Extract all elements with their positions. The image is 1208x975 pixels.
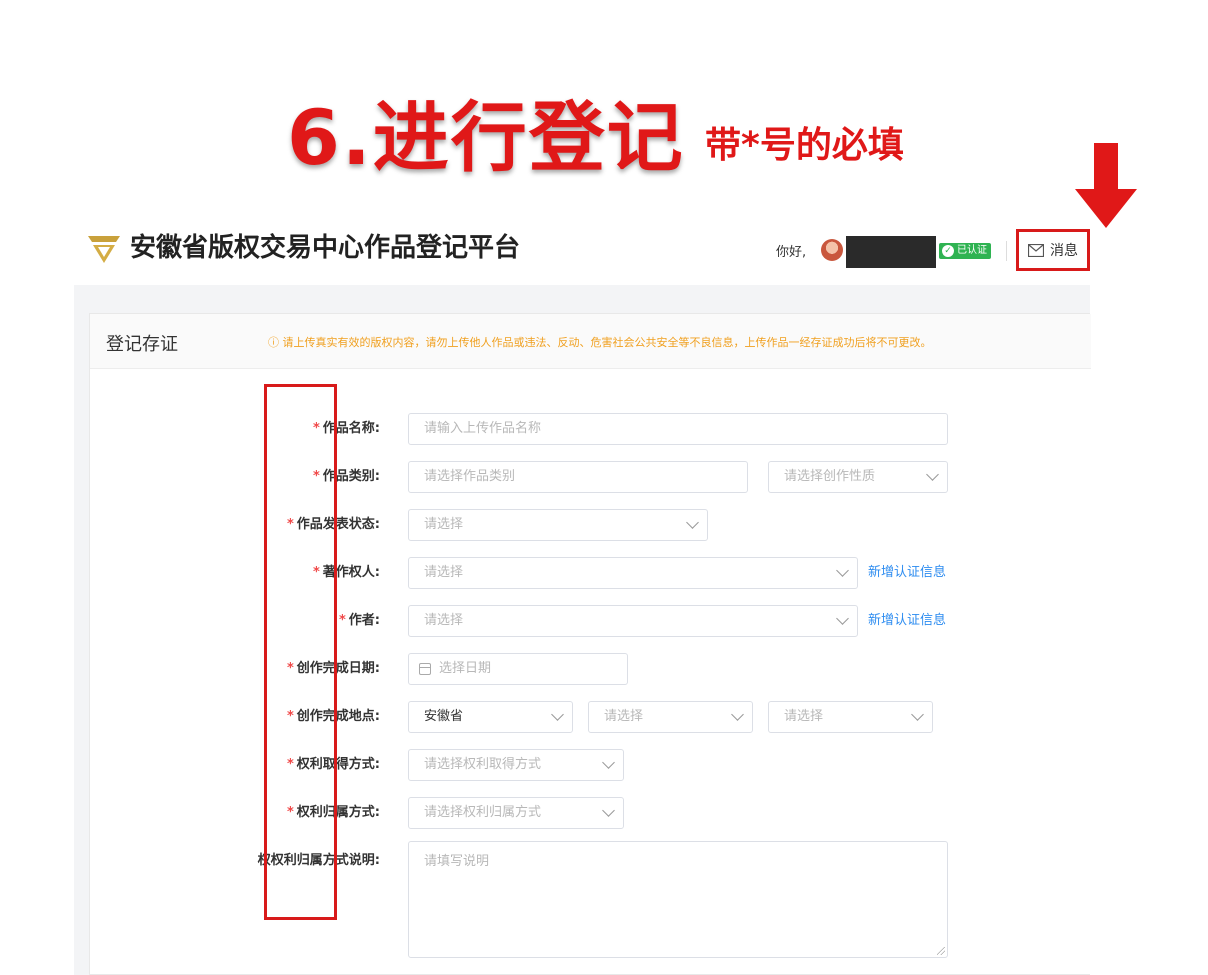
- work-name-input[interactable]: 请输入上传作品名称: [408, 413, 948, 445]
- district-select[interactable]: 请选择: [768, 701, 933, 733]
- label-work-category: * 作品类别:: [312, 469, 380, 484]
- ownership-method-select[interactable]: 请选择权利归属方式: [408, 797, 624, 829]
- label-copyright-owner: * 著作权人:: [312, 565, 380, 580]
- header-divider: [1006, 241, 1007, 261]
- copyright-owner-select[interactable]: 请选择: [408, 557, 858, 589]
- work-category-select[interactable]: 请选择作品类别: [408, 461, 748, 493]
- publish-status-select[interactable]: 请选择: [408, 509, 708, 541]
- messages-label: 消息: [1050, 243, 1078, 259]
- user-name-redacted: [846, 236, 936, 268]
- site-title: 安徽省版权交易中心作品登记平台: [130, 233, 521, 263]
- province-select[interactable]: 安徽省: [408, 701, 573, 733]
- completion-date-picker[interactable]: 选择日期: [408, 653, 628, 685]
- label-completion-date: * 创作完成日期:: [286, 661, 380, 676]
- chevron-down-icon: [911, 708, 924, 721]
- city-select[interactable]: 请选择: [588, 701, 753, 733]
- mail-icon: [1028, 243, 1044, 257]
- upload-warning: ⓘ 请上传真实有效的版权内容，请勿上传他人作品或违法、反动、危害社会公共安全等不…: [268, 336, 932, 349]
- chevron-down-icon: [686, 516, 699, 529]
- calendar-icon: [419, 663, 431, 675]
- label-ownership-description: 权权利归属方式说明:: [257, 853, 380, 868]
- card-title: 登记存证: [106, 334, 178, 355]
- ownership-description-textarea[interactable]: 请填写说明: [408, 841, 948, 958]
- label-acquisition-method: * 权利取得方式:: [286, 757, 380, 772]
- verified-label: 已认证: [957, 245, 987, 256]
- chevron-down-icon: [926, 468, 939, 481]
- creation-nature-select[interactable]: 请选择创作性质: [768, 461, 948, 493]
- verified-badge: ✓ 已认证: [939, 243, 991, 259]
- label-work-name: * 作品名称:: [312, 421, 380, 436]
- label-author: * 作者:: [338, 613, 380, 628]
- logo-icon: [88, 236, 120, 263]
- card-header: 登记存证 ⓘ 请上传真实有效的版权内容，请勿上传他人作品或违法、反动、危害社会公…: [90, 314, 1091, 369]
- chevron-down-icon: [602, 756, 615, 769]
- chevron-down-icon: [836, 564, 849, 577]
- chevron-down-icon: [731, 708, 744, 721]
- greeting-text: 你好,: [776, 245, 807, 260]
- add-author-cert-link[interactable]: 新增认证信息: [868, 605, 946, 637]
- check-icon: ✓: [942, 245, 954, 257]
- label-completion-place: * 创作完成地点:: [286, 709, 380, 724]
- resize-handle-icon[interactable]: [937, 947, 945, 955]
- chevron-down-icon: [551, 708, 564, 721]
- chevron-down-icon: [602, 804, 615, 817]
- label-publish-status: * 作品发表状态:: [286, 517, 380, 532]
- avatar[interactable]: [821, 239, 843, 261]
- label-ownership-method: * 权利归属方式:: [286, 805, 380, 820]
- required-note: 带*号的必填: [705, 125, 904, 166]
- step-title: 6.进行登记: [287, 93, 685, 182]
- acquisition-method-select[interactable]: 请选择权利取得方式: [408, 749, 624, 781]
- chevron-down-icon: [836, 612, 849, 625]
- add-owner-cert-link[interactable]: 新增认证信息: [868, 557, 946, 589]
- author-select[interactable]: 请选择: [408, 605, 858, 637]
- messages-button[interactable]: 消息: [1016, 229, 1090, 271]
- top-header: 安徽省版权交易中心作品登记平台 你好, ✓ 已认证 消息: [0, 215, 1208, 285]
